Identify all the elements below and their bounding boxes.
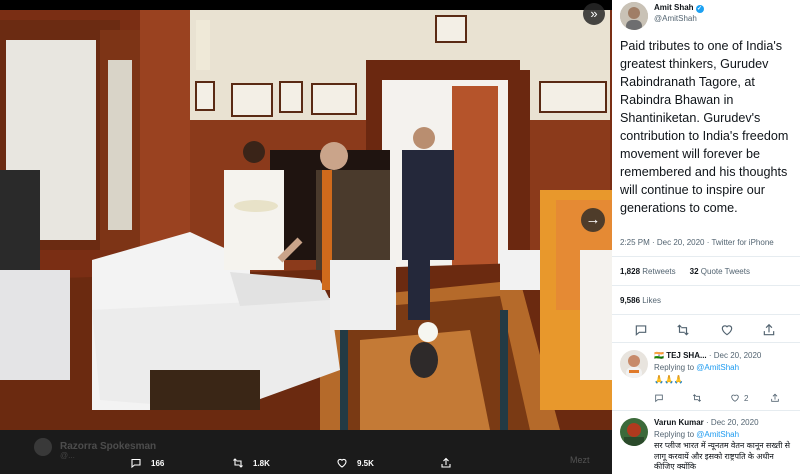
retweet-action[interactable] [692, 392, 706, 404]
arrow-right-icon: → [585, 211, 601, 228]
replying-to: Replying to @AmitShah [654, 363, 739, 372]
reply-count: 166 [151, 458, 165, 468]
quotes-label: Quote Tweets [700, 267, 750, 276]
author-name-text: Amit Shah [654, 3, 694, 12]
replying-to-handle[interactable]: @AmitShah [696, 363, 739, 372]
reply-text: सर प्लीज भारत में न्यूनतम वेतन कानून सख्… [654, 441, 791, 471]
reply-actions: 2 [654, 392, 794, 406]
reply-item[interactable]: 🇮🇳 TEJ SHA... · Dec 20, 2020 Replying to… [612, 348, 800, 410]
likes-stat[interactable]: 9,586 Likes [620, 296, 661, 305]
tweet-detail-panel: Amit Shah ✓ @AmitShah Paid tributes to on… [612, 0, 800, 474]
like-count: 9.5K [357, 458, 374, 468]
likes-count: 9,586 [620, 296, 641, 305]
replying-to-handle[interactable]: @AmitShah [696, 430, 739, 439]
photo-viewer: » → Razorra Spokesman @... Mezt 166 1.8K [0, 0, 612, 474]
share-icon[interactable] [762, 323, 776, 337]
retweet-icon[interactable] [676, 323, 690, 337]
like-action[interactable]: 9.5K [336, 455, 374, 471]
verified-badge-icon: ✓ [695, 5, 704, 13]
share-icon [441, 457, 451, 468]
reply-like-count: 2 [744, 393, 749, 403]
avatar-image [620, 2, 648, 30]
reply-action[interactable]: 166 [130, 455, 164, 471]
tweet-source: Twitter for iPhone [711, 238, 774, 247]
heart-icon[interactable] [720, 323, 734, 337]
media-viewer-window: » → Razorra Spokesman @... Mezt 166 1.8K [0, 0, 800, 474]
tweet-time[interactable]: 2:25 PM [620, 238, 650, 247]
replying-to: Replying to @AmitShah [654, 430, 739, 439]
retweet-count: 1.8K [253, 458, 270, 468]
retweet-icon [692, 394, 702, 402]
flag-icon: 🇮🇳 [654, 351, 664, 360]
divider [612, 256, 800, 257]
avatar[interactable] [620, 418, 648, 446]
retweets-count: 1,828 [620, 267, 641, 276]
divider [612, 285, 800, 286]
retweets-label: Retweets [642, 267, 676, 276]
retweet-icon [233, 458, 243, 468]
reply-icon [655, 394, 663, 403]
tweet-text: Paid tributes to one of India's greatest… [620, 39, 789, 215]
chevron-double-right-icon: » [590, 6, 598, 21]
share-action[interactable] [770, 392, 784, 404]
photo-action-bar: 166 1.8K 9.5K [0, 452, 612, 474]
replying-to-label: Replying to [654, 363, 695, 372]
tweet-meta: 2:25 PM · Dec 20, 2020 · Twitter for iPh… [620, 238, 774, 247]
reply-author-name[interactable]: Varun Kumar [654, 418, 704, 427]
reply-action[interactable] [654, 392, 668, 404]
tweet-photo[interactable] [0, 10, 612, 430]
author-handle[interactable]: @AmitShah [654, 14, 697, 23]
reply-item[interactable]: Varun Kumar · Dec 20, 2020 Replying to @… [612, 416, 800, 474]
replying-to-label: Replying to [654, 430, 695, 439]
quotes-stat[interactable]: 32 Quote Tweets [690, 267, 750, 276]
like-action[interactable]: 2 [730, 392, 748, 404]
tweet-actions [612, 320, 800, 340]
divider [612, 314, 800, 315]
reply-author-name[interactable]: TEJ SHA... [666, 351, 706, 360]
reply-header: Varun Kumar · Dec 20, 2020 [654, 418, 759, 427]
avatar[interactable] [620, 2, 648, 30]
tweet-date[interactable]: Dec 20, 2020 [657, 238, 705, 247]
likes-label: Likes [642, 296, 661, 305]
reply-icon[interactable] [634, 323, 648, 337]
collapse-panel-button[interactable]: » [583, 3, 605, 25]
reply-icon [131, 458, 141, 469]
reply-text: 🙏🙏🙏 [654, 375, 684, 384]
avatar-image [620, 418, 648, 446]
tweet-author[interactable]: Amit Shah ✓ @AmitShah [612, 0, 800, 30]
tweet-stats: 1,828 Retweets 32 Quote Tweets [620, 267, 750, 276]
author-name[interactable]: Amit Shah ✓ [654, 3, 704, 13]
reply-date[interactable]: Dec 20, 2020 [714, 351, 762, 360]
avatar[interactable] [620, 350, 648, 378]
heart-icon [337, 458, 347, 468]
avatar-image [620, 350, 648, 378]
reply-date[interactable]: Dec 20, 2020 [711, 418, 759, 427]
retweets-stat[interactable]: 1,828 Retweets [620, 267, 676, 276]
divider [612, 342, 800, 343]
heart-icon [731, 394, 739, 402]
divider [612, 410, 800, 411]
photo-illustration [0, 10, 612, 430]
reply-header: 🇮🇳 TEJ SHA... · Dec 20, 2020 [654, 351, 762, 360]
quotes-count: 32 [689, 267, 699, 276]
share-action[interactable] [440, 455, 461, 471]
retweet-action[interactable]: 1.8K [232, 455, 270, 471]
next-photo-button[interactable]: → [581, 208, 605, 232]
share-icon [771, 393, 779, 402]
